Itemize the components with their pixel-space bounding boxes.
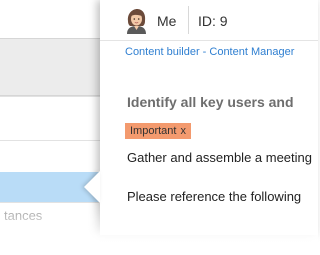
task-title: Identify all key users and [127, 94, 294, 110]
list-divider [0, 96, 100, 97]
tag-label: Important [130, 125, 177, 137]
tag-remove-button[interactable]: x [180, 125, 186, 137]
header-divider [188, 6, 189, 34]
task-description-line: Gather and assemble a meeting [127, 150, 312, 165]
task-id-label: ID: 9 [198, 13, 228, 29]
panel-pointer-arrow [84, 171, 100, 203]
list-divider [0, 140, 100, 141]
task-detail-panel: Me ID: 9 Content builder - Content Manag… [100, 0, 318, 235]
user-avatar-icon [127, 9, 146, 34]
task-header: Me ID: 9 [100, 0, 318, 41]
breadcrumb-link[interactable]: Content builder - Content Manager [125, 46, 294, 58]
list-item-partial-text: tances [4, 208, 43, 223]
task-description-line: Please reference the following [127, 189, 302, 204]
background-list-header [0, 0, 100, 39]
user-label[interactable]: Me [157, 13, 176, 29]
background-list-toolbar [0, 39, 100, 96]
important-tag: Important x [125, 123, 191, 139]
